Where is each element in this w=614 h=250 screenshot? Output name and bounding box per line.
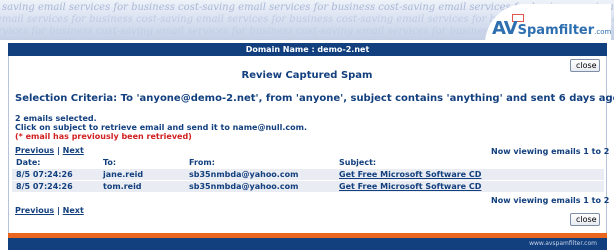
column-header-from: From:: [189, 158, 215, 167]
next-link-bottom[interactable]: Next: [63, 206, 84, 215]
banner-tagline-shadow: saving email services for business cost-…: [0, 14, 614, 25]
brand-logo: AV Spamfilter .com: [492, 18, 612, 39]
selected-count: 2 emails selected.: [15, 114, 97, 123]
pager-top: Previous | Next: [15, 146, 84, 155]
column-header-to: To:: [103, 158, 117, 167]
close-button-bottom[interactable]: close: [570, 213, 600, 226]
row-date: 8/5 07:24:26: [16, 182, 73, 191]
retrieved-note: (* email has previously been retrieved): [15, 132, 192, 141]
row-to: tom.reid: [103, 182, 142, 191]
table-row: 8/5 07:24:26 jane.reid sb35nmbda@yahoo.c…: [12, 169, 604, 180]
previous-link-bottom[interactable]: Previous: [15, 206, 54, 215]
domain-name-bar: Domain Name : demo-2.net: [8, 43, 607, 56]
footer-bar: www.avspamfilter.com: [8, 238, 607, 250]
row-to: jane.reid: [103, 170, 144, 179]
viewing-status-bottom: Now viewing emails 1 to 2: [491, 196, 610, 205]
selection-criteria: Selection Criteria: To 'anyone@demo-2.ne…: [15, 93, 614, 104]
previous-link-top[interactable]: Previous: [15, 146, 54, 155]
page-title: Review Captured Spam: [241, 70, 373, 81]
pager-separator-top: |: [56, 146, 60, 155]
pager-separator-bottom: |: [56, 206, 60, 215]
row-from: sb35nmbda@yahoo.com: [189, 170, 299, 179]
banner-tagline-shadow-2: saving email services for business cost-…: [0, 26, 614, 37]
footer-url: www.avspamfilter.com: [529, 240, 597, 247]
column-header-date: Date:: [16, 158, 41, 167]
logo-com: .com: [594, 28, 612, 36]
pager-bottom: Previous | Next: [15, 206, 84, 215]
row-date: 8/5 07:24:26: [16, 170, 73, 179]
row-subject: Get Free Microsoft Software CD: [339, 169, 481, 180]
row-from: sb35nmbda@yahoo.com: [189, 182, 299, 191]
retrieve-instruction: Click on subject to retrieve email and s…: [15, 123, 307, 132]
column-header-subject: Subject:: [339, 158, 377, 167]
table-row: 8/5 07:24:26 tom.reid sb35nmbda@yahoo.co…: [12, 181, 604, 192]
logo-spamfilter: Spamfilter: [517, 23, 595, 38]
viewing-status-top: Now viewing emails 1 to 2: [491, 147, 610, 156]
subject-link[interactable]: Get Free Microsoft Software CD: [339, 170, 481, 179]
row-subject: Get Free Microsoft Software CD: [339, 181, 481, 192]
next-link-top[interactable]: Next: [63, 146, 84, 155]
logo-av: AV: [492, 18, 518, 39]
subject-link[interactable]: Get Free Microsoft Software CD: [339, 182, 481, 191]
header-banner: saving email services for business cost-…: [0, 0, 614, 40]
